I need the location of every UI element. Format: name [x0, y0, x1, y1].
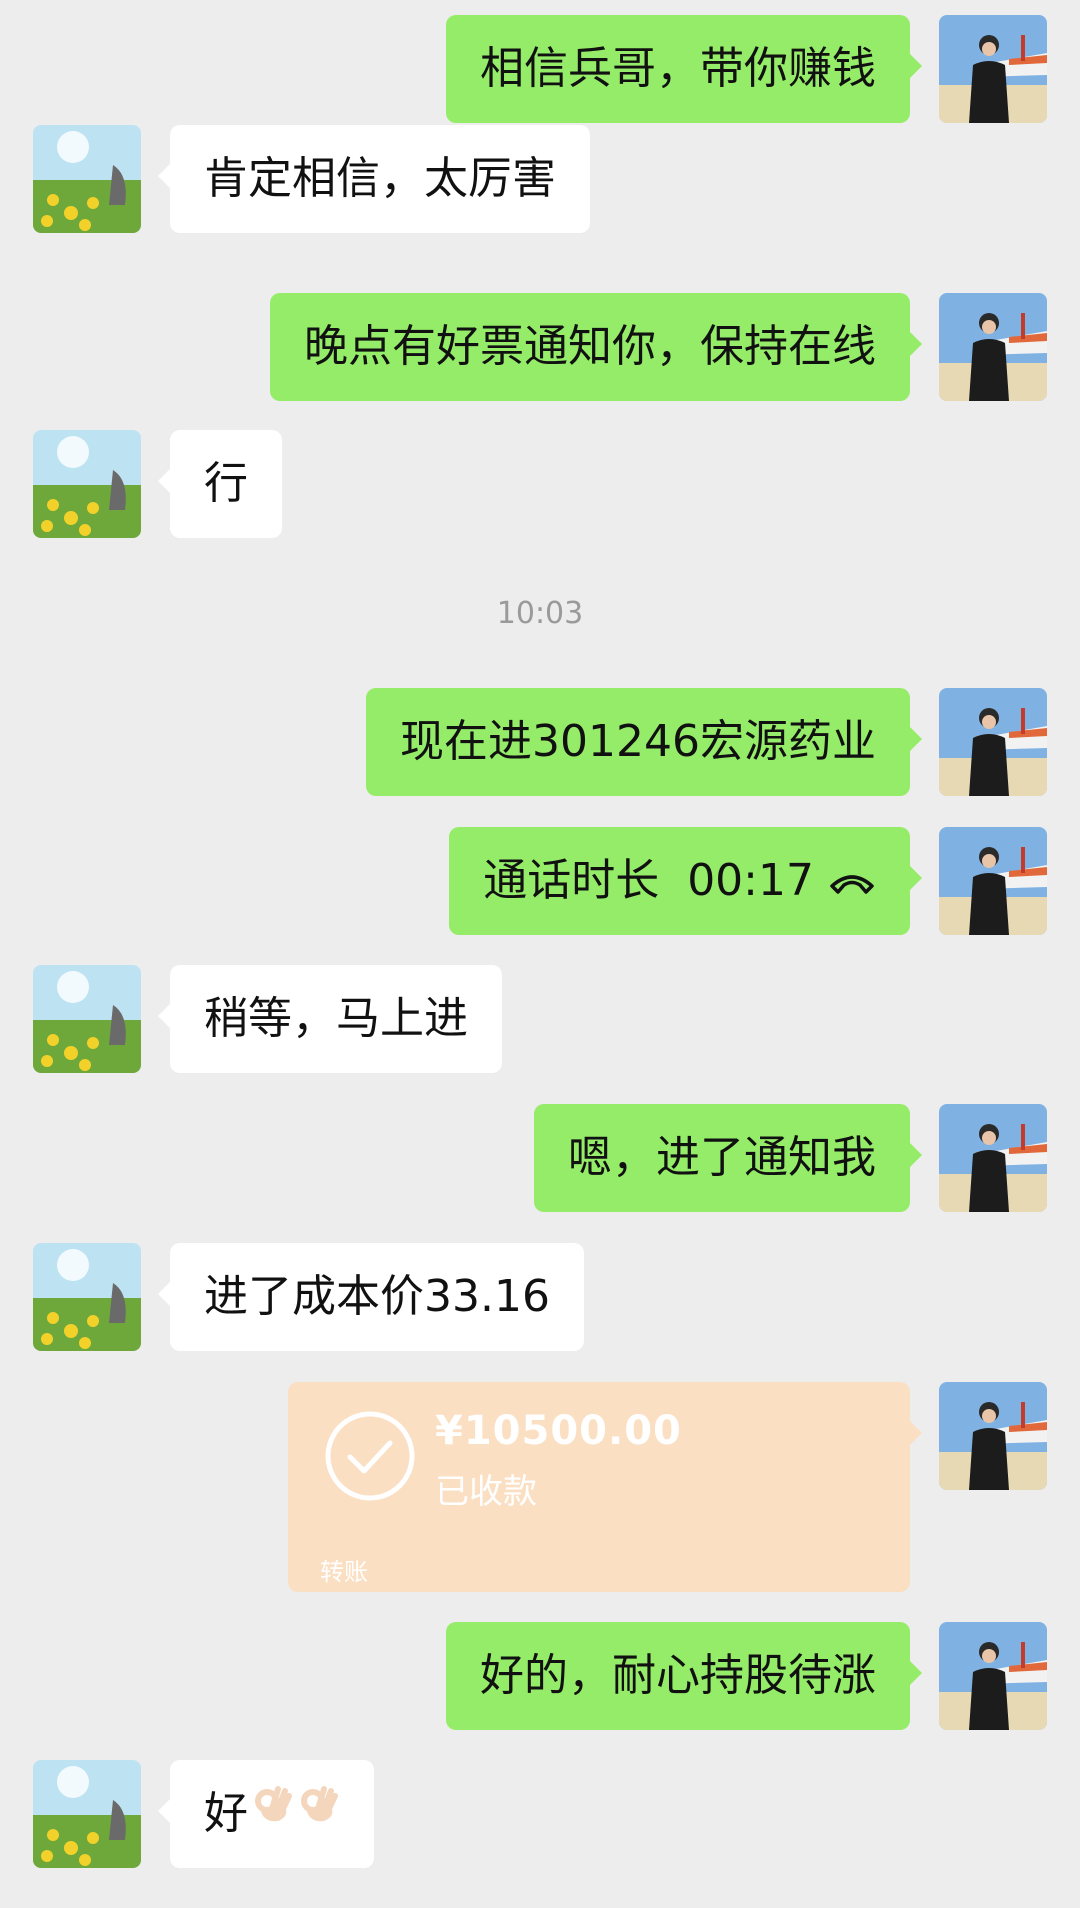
transfer-label: 转账 — [320, 1558, 368, 1586]
incoming-message-bubble[interactable]: 稍等，马上进 — [158, 965, 502, 1073]
my-avatar[interactable] — [939, 688, 1047, 796]
my-avatar[interactable] — [939, 15, 1047, 123]
contact-avatar[interactable] — [33, 965, 141, 1073]
ok-hand-icon — [294, 1759, 340, 1867]
incoming-message-bubble[interactable]: 好 — [158, 1759, 374, 1868]
my-avatar[interactable] — [939, 827, 1047, 935]
outgoing-message-bubble[interactable]: 现在进301246宏源药业 — [366, 688, 922, 796]
contact-avatar[interactable] — [33, 1760, 141, 1868]
incoming-message-bubble[interactable]: 行 — [158, 430, 282, 538]
message-text: 好 — [204, 1788, 248, 1839]
call-duration-text: 通话时长 00:17 — [483, 855, 814, 906]
incoming-message-bubble[interactable]: 进了成本价33.16 — [158, 1243, 584, 1351]
chat-message-list: 相信兵哥，带你赚钱 肯定相信，太厉害 晚点有好票通知你，保持在线 行 10:03… — [0, 0, 1080, 1908]
outgoing-message-bubble[interactable]: 晚点有好票通知你，保持在线 — [270, 293, 922, 401]
check-circle-icon — [324, 1410, 416, 1506]
transfer-card[interactable]: ¥10500.00 已收款 转账 — [288, 1382, 922, 1592]
my-avatar[interactable] — [939, 1382, 1047, 1490]
phone-hangup-icon — [828, 826, 876, 934]
outgoing-message-bubble[interactable]: 嗯，进了通知我 — [534, 1104, 922, 1212]
contact-avatar[interactable] — [33, 430, 141, 538]
my-avatar[interactable] — [939, 1622, 1047, 1730]
contact-avatar[interactable] — [33, 125, 141, 233]
contact-avatar[interactable] — [33, 1243, 141, 1351]
outgoing-message-bubble[interactable]: 相信兵哥，带你赚钱 — [446, 15, 922, 123]
my-avatar[interactable] — [939, 293, 1047, 401]
incoming-message-bubble[interactable]: 肯定相信，太厉害 — [158, 125, 590, 233]
outgoing-message-bubble[interactable]: 好的，耐心持股待涨 — [446, 1622, 922, 1730]
ok-hand-icon — [248, 1759, 294, 1867]
message-timestamp: 10:03 — [496, 596, 584, 631]
my-avatar[interactable] — [939, 1104, 1047, 1212]
transfer-amount: ¥10500.00 — [435, 1408, 682, 1454]
transfer-status: 已收款 — [435, 1472, 537, 1512]
call-record-bubble[interactable]: 通话时长 00:17 — [449, 826, 922, 935]
